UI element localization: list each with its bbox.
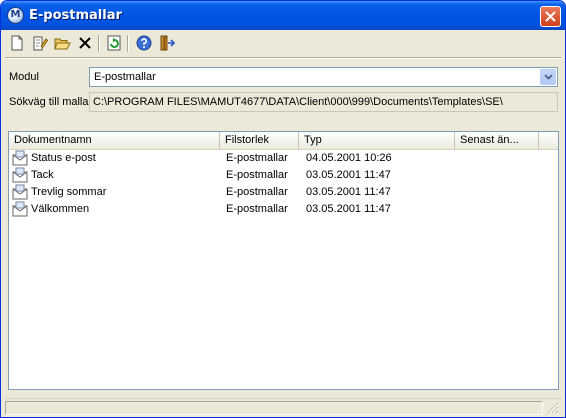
doc-name: Trevlig sommar [31, 186, 107, 198]
doc-size: E-postmallar [226, 169, 288, 181]
toolbar-divider [5, 57, 561, 59]
list-header: Dokumentnamn Filstorlek Typ Senast än... [9, 132, 558, 150]
doc-type: 03.05.2001 11:47 [306, 203, 391, 215]
delete-icon [79, 37, 91, 49]
main-window: M E-postmallar Modul E-postmallar Sökväg… [0, 0, 566, 418]
column-header-filstorlek[interactable]: Filstorlek [220, 132, 299, 150]
doc-size: E-postmallar [226, 203, 288, 215]
delete-button[interactable] [75, 33, 95, 53]
help-icon [136, 35, 152, 51]
doc-name: Välkommen [31, 203, 90, 215]
window-title: E-postmallar [29, 8, 122, 23]
status-bar [5, 398, 561, 416]
exit-button[interactable] [157, 33, 177, 53]
close-button[interactable] [540, 6, 561, 27]
title-bar[interactable]: M E-postmallar [1, 1, 565, 30]
open-folder-icon [54, 38, 71, 50]
doc-name: Tack [31, 169, 54, 181]
email-template-icon [12, 167, 28, 183]
modul-label: Modul [9, 71, 39, 83]
status-panel [5, 401, 543, 415]
close-icon [545, 11, 556, 22]
modul-dropdown[interactable]: E-postmallar [89, 67, 558, 87]
toolbar [5, 32, 561, 54]
list-item[interactable]: Status e-post E-postmallar 04.05.2001 10… [9, 150, 558, 167]
new-button[interactable] [7, 33, 27, 53]
open-button[interactable] [52, 33, 72, 53]
resize-grip-icon[interactable] [547, 402, 559, 414]
path-value: C:\PROGRAM FILES\MAMUT4677\DATA\Client\0… [93, 96, 503, 108]
modul-value: E-postmallar [94, 71, 156, 83]
doc-type: 03.05.2001 11:47 [306, 169, 391, 181]
templates-list[interactable]: Dokumentnamn Filstorlek Typ Senast än...… [8, 131, 559, 390]
exit-icon [160, 35, 175, 51]
edit-button[interactable] [30, 33, 50, 53]
list-item[interactable]: Tack E-postmallar 03.05.2001 11:47 [9, 167, 558, 184]
email-template-icon [12, 150, 28, 166]
path-field: C:\PROGRAM FILES\MAMUT4677\DATA\Client\0… [89, 92, 558, 112]
app-logo-icon: M [7, 7, 24, 24]
email-template-icon [12, 201, 28, 217]
email-template-icon [12, 184, 28, 200]
doc-type: 03.05.2001 11:47 [306, 186, 391, 198]
path-label: Sökväg till mallar [9, 96, 93, 108]
edit-icon [33, 36, 48, 51]
doc-type: 04.05.2001 10:26 [306, 152, 392, 164]
toolbar-separator [98, 35, 100, 52]
doc-name: Status e-post [31, 152, 96, 164]
doc-size: E-postmallar [226, 186, 288, 198]
refresh-icon [107, 35, 121, 51]
column-header-dokumentnamn[interactable]: Dokumentnamn [9, 132, 220, 150]
list-item[interactable]: Trevlig sommar E-postmallar 03.05.2001 1… [9, 184, 558, 201]
new-icon [11, 35, 23, 51]
column-header-senast[interactable]: Senast än... [455, 132, 539, 150]
refresh-button[interactable] [104, 33, 124, 53]
doc-size: E-postmallar [226, 152, 288, 164]
help-button[interactable] [134, 33, 154, 53]
toolbar-separator [127, 35, 129, 52]
list-item[interactable]: Välkommen E-postmallar 03.05.2001 11:47 [9, 201, 558, 218]
chevron-down-icon [544, 74, 553, 80]
dropdown-button[interactable] [540, 69, 556, 85]
column-header-typ[interactable]: Typ [299, 132, 455, 150]
